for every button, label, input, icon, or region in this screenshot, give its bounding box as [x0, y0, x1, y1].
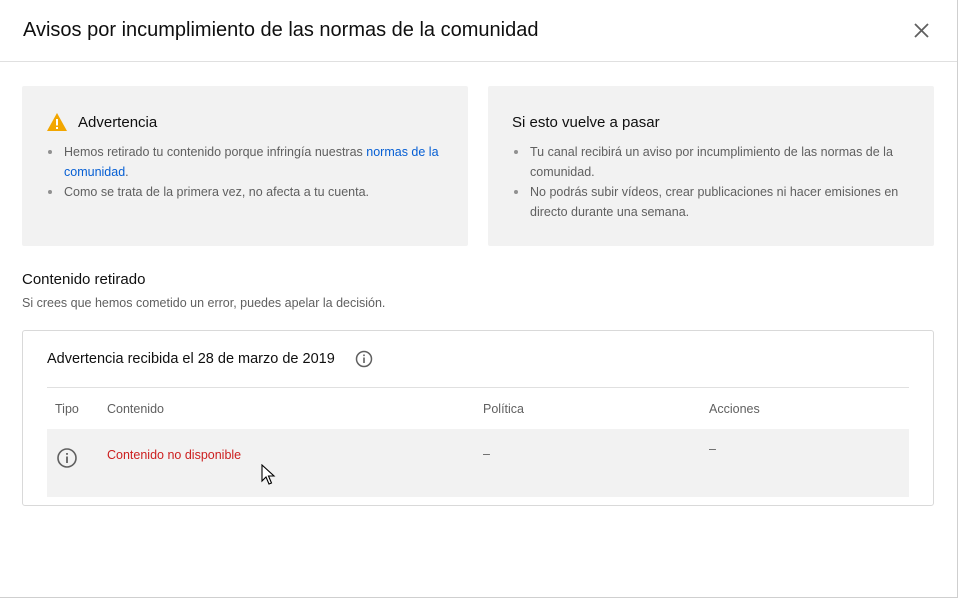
warning-card: Advertencia Hemos retirado tu contenido …: [22, 86, 468, 246]
warning-icon: [47, 113, 67, 131]
policy-value: –: [483, 447, 490, 461]
removed-content-title: Contenido retirado: [22, 271, 146, 288]
actions-value: –: [709, 442, 716, 456]
mouse-cursor-icon: [261, 464, 276, 485]
repeat-card: Si esto vuelve a pasar Tu canal recibirá…: [488, 86, 934, 246]
strikes-dialog: Avisos por incumplimiento de las normas …: [0, 0, 958, 598]
warning-card-list: Hemos retirado tu contenido porque infri…: [48, 142, 448, 202]
list-item: Como se trata de la primera vez, no afec…: [48, 182, 448, 202]
bullet-text: Hemos retirado tu contenido porque infri…: [64, 145, 367, 159]
removed-content-subtitle: Si crees que hemos cometido un error, pu…: [22, 296, 386, 310]
dialog-title: Avisos por incumplimiento de las normas …: [23, 19, 539, 41]
column-header-actions: Acciones: [709, 402, 760, 416]
column-header-policy: Política: [483, 402, 524, 416]
list-item: Tu canal recibirá un aviso por incumplim…: [514, 142, 914, 182]
content-unavailable-text: Contenido no disponible: [107, 448, 242, 462]
strike-title: Advertencia recibida el 28 de marzo de 2…: [47, 351, 335, 367]
repeat-card-list: Tu canal recibirá un aviso por incumplim…: [514, 142, 914, 222]
strike-box: Advertencia recibida el 28 de marzo de 2…: [22, 330, 934, 506]
dialog-header: Avisos por incumplimiento de las normas …: [0, 0, 957, 62]
column-header-type: Tipo: [55, 402, 79, 416]
info-icon[interactable]: [354, 349, 374, 369]
warning-card-title: Advertencia: [78, 114, 158, 131]
table-row: Contenido no disponible – –: [47, 429, 909, 497]
close-icon: [914, 23, 929, 38]
close-button[interactable]: [906, 16, 936, 46]
column-header-content: Contenido: [107, 402, 164, 416]
repeat-card-title: Si esto vuelve a pasar: [512, 114, 660, 131]
list-item: Hemos retirado tu contenido porque infri…: [48, 142, 448, 182]
info-icon: [57, 448, 77, 468]
list-item: No podrás subir vídeos, crear publicacio…: [514, 182, 914, 222]
bullet-text-end: .: [125, 165, 129, 179]
table-header: Tipo Contenido Política Acciones: [47, 387, 909, 430]
